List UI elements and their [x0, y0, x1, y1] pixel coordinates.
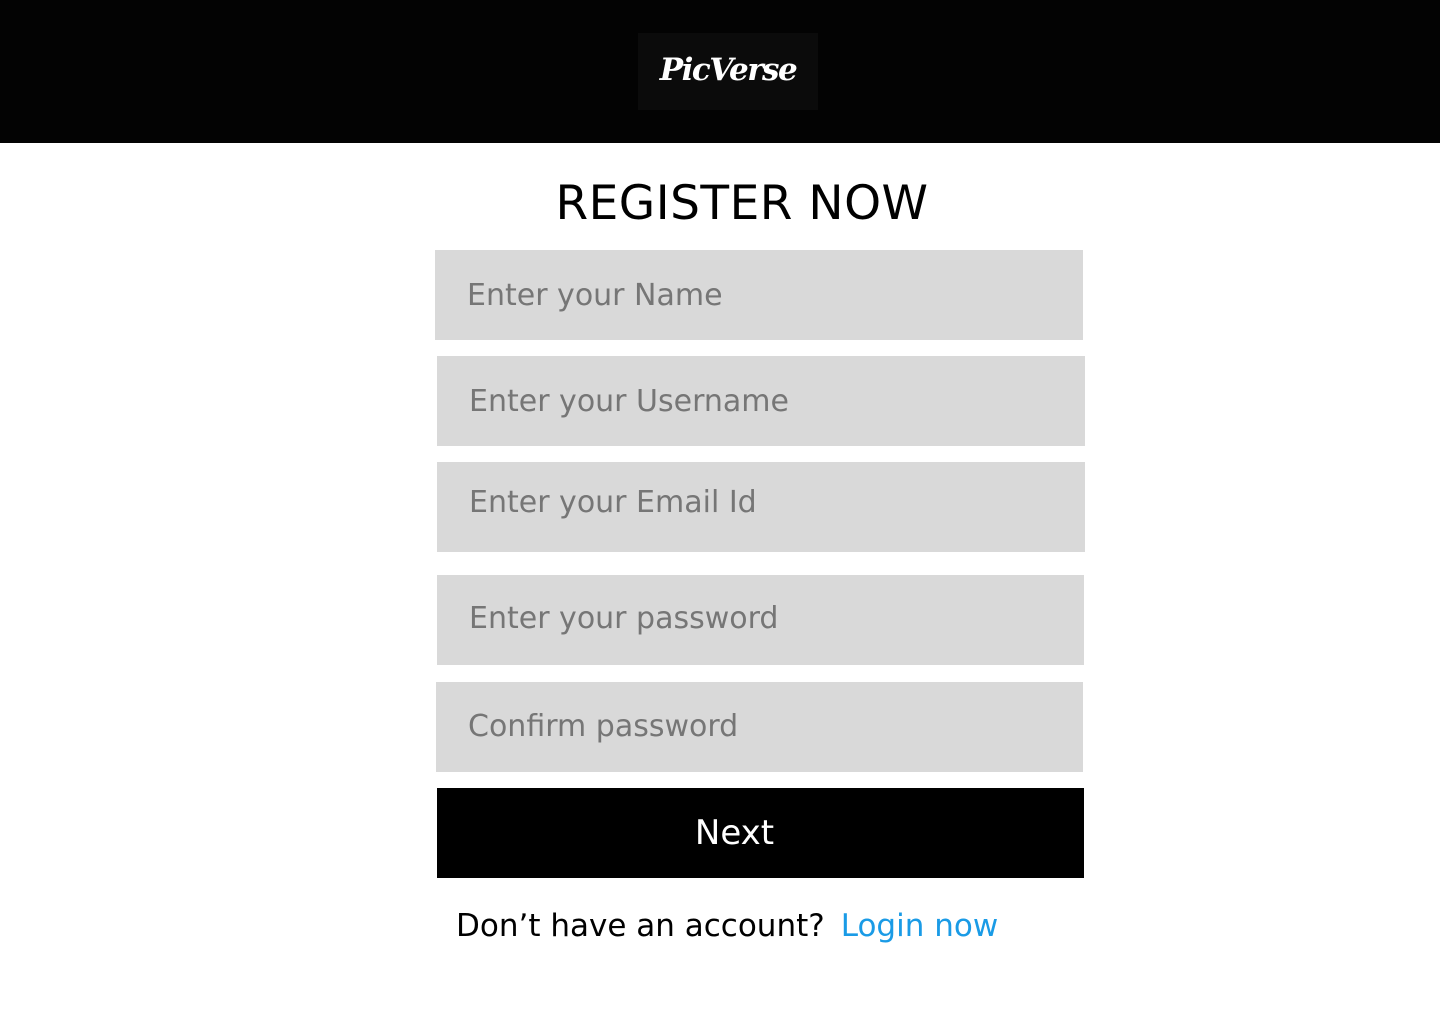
top-header-bar: PicVerse	[0, 0, 1440, 143]
logo-text: PicVerse	[659, 51, 798, 88]
next-button[interactable]: Next	[437, 788, 1084, 878]
account-prompt-text: Don’t have an account?	[456, 908, 825, 944]
login-now-link[interactable]: Login now	[841, 908, 998, 944]
name-input[interactable]	[435, 250, 1083, 340]
confirm-password-input[interactable]	[436, 682, 1083, 772]
password-input[interactable]	[437, 575, 1084, 665]
picverse-logo[interactable]: PicVerse	[638, 33, 818, 110]
account-prompt-row: Don’t have an account? Login now	[456, 904, 998, 948]
page-title: REGISTER NOW	[555, 176, 929, 231]
username-input[interactable]	[437, 356, 1085, 446]
email-input[interactable]	[437, 462, 1085, 552]
